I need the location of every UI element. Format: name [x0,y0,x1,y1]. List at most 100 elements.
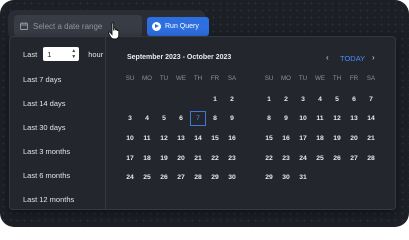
play-circle-icon [152,22,161,31]
calendar-day[interactable]: 5 [156,115,172,122]
weekday-label: FR [210,75,220,82]
last-n-row: Last 1 ▲ ▼ hour [23,47,103,61]
calendar-day[interactable]: 4 [312,96,328,103]
calendar-day[interactable]: 1 [261,96,277,103]
calendar-day[interactable]: 30 [278,174,294,181]
calendar-day[interactable]: 3 [122,115,138,122]
stepper-arrows-icon[interactable]: ▲ ▼ [71,48,76,60]
preset-last-6-months[interactable]: Last 6 months [23,171,70,180]
calendar-day[interactable]: 8 [261,115,277,122]
calendar-day[interactable]: 23 [278,155,294,162]
calendar-icon [20,22,28,30]
preset-list: Last 1 ▲ ▼ hour Last 7 days Last 14 days … [10,37,106,209]
preset-last-14-days[interactable]: Last 14 days [23,99,66,108]
hand-pointer-icon [108,22,120,40]
calendar-day[interactable]: 24 [122,174,138,181]
calendar-day[interactable]: 28 [363,155,379,162]
calendar-day[interactable]: 15 [261,135,277,142]
weekday-label: SA [366,75,376,82]
calendar-day[interactable]: 16 [278,135,294,142]
calendar-day[interactable]: 20 [173,155,189,162]
calendar-day[interactable]: 3 [295,96,311,103]
date-range-placeholder: Select a date range [33,21,103,31]
calendar-day[interactable]: 24 [295,155,311,162]
calendar-day[interactable]: 13 [346,115,362,122]
preset-last-12-months[interactable]: Last 12 months [23,195,74,204]
last-prefix-label: Last [23,49,38,59]
calendar-day[interactable]: 12 [156,135,172,142]
calendar-day[interactable]: 8 [207,115,223,122]
calendar-day[interactable]: 18 [312,135,328,142]
calendar-day[interactable]: 11 [139,135,155,142]
last-quantity-stepper[interactable]: 1 ▲ ▼ [43,47,80,61]
weekday-label: SA [227,75,237,82]
date-range-input[interactable]: Select a date range [14,15,142,37]
weekday-label: TH [332,75,342,82]
run-query-label: Run Query [165,23,199,30]
weekday-label: TU [159,75,169,82]
calendar-day[interactable]: 15 [207,135,223,142]
calendar-day[interactable]: 29 [207,174,223,181]
calendar-day[interactable]: 25 [312,155,328,162]
calendar-day[interactable]: 30 [224,174,240,181]
calendar-day[interactable]: 18 [139,155,155,162]
weekday-label: MO [281,75,291,82]
app-canvas: Select a date range Run Query Last 1 ▲ ▼ … [0,0,409,227]
last-quantity-value: 1 [47,49,52,59]
weekday-label: SU [125,75,135,82]
calendar-day[interactable]: 31 [295,174,311,181]
calendar-day[interactable]: 14 [190,135,206,142]
preset-last-7-days[interactable]: Last 7 days [23,75,61,84]
last-unit-label: hour [88,49,104,59]
calendar-day[interactable]: 28 [190,174,206,181]
calendar-day[interactable]: 29 [261,174,277,181]
calendar-day[interactable]: 27 [173,174,189,181]
calendar-day[interactable]: 5 [329,96,345,103]
chevron-left-icon[interactable]: ‹ [326,53,329,62]
calendar-day[interactable]: 14 [363,115,379,122]
calendar-day[interactable]: 25 [139,174,155,181]
chevron-right-icon[interactable]: › [372,53,375,62]
calendar-day-selected[interactable]: 7 [190,111,206,126]
calendar-day[interactable]: 19 [329,135,345,142]
calendar-day[interactable]: 1 [207,96,223,103]
weekday-label: TH [193,75,203,82]
calendar-day[interactable]: 21 [363,135,379,142]
calendar-day[interactable]: 2 [278,96,294,103]
calendar-day[interactable]: 4 [139,115,155,122]
calendar-day[interactable]: 22 [207,155,223,162]
calendar-day[interactable]: 17 [122,155,138,162]
calendar-day[interactable]: 10 [295,115,311,122]
calendar-day[interactable]: 27 [346,155,362,162]
calendar-day[interactable]: 7 [363,96,379,103]
date-picker-dropdown: Last 1 ▲ ▼ hour Last 7 days Last 14 days … [9,36,396,210]
today-button[interactable]: TODAY [340,54,365,63]
calendar-day[interactable]: 16 [224,135,240,142]
calendar-day[interactable]: 17 [295,135,311,142]
calendar-day[interactable]: 9 [224,115,240,122]
weekday-label: MO [142,75,152,82]
run-query-button[interactable]: Run Query [147,17,209,36]
calendar-day[interactable]: 11 [312,115,328,122]
calendar-day[interactable]: 23 [224,155,240,162]
calendar-day[interactable]: 26 [156,174,172,181]
calendar-header: September 2023 - October 2023 [127,54,232,61]
calendar-day[interactable]: 19 [156,155,172,162]
preset-last-3-months[interactable]: Last 3 months [23,147,70,156]
calendar-day[interactable]: 6 [173,115,189,122]
calendar-day[interactable]: 13 [173,135,189,142]
weekday-label: WE [315,75,325,82]
weekday-label: SU [264,75,274,82]
calendar-day[interactable]: 20 [346,135,362,142]
weekday-label: FR [349,75,359,82]
preset-last-30-days[interactable]: Last 30 days [23,123,66,132]
calendar-day[interactable]: 21 [190,155,206,162]
weekday-label: TU [298,75,308,82]
calendar-day[interactable]: 22 [261,155,277,162]
calendar-day[interactable]: 2 [224,96,240,103]
calendar-day[interactable]: 10 [122,135,138,142]
calendar-day[interactable]: 26 [329,155,345,162]
calendar-day[interactable]: 12 [329,115,345,122]
calendar-day[interactable]: 9 [278,115,294,122]
calendar-day[interactable]: 6 [346,96,362,103]
